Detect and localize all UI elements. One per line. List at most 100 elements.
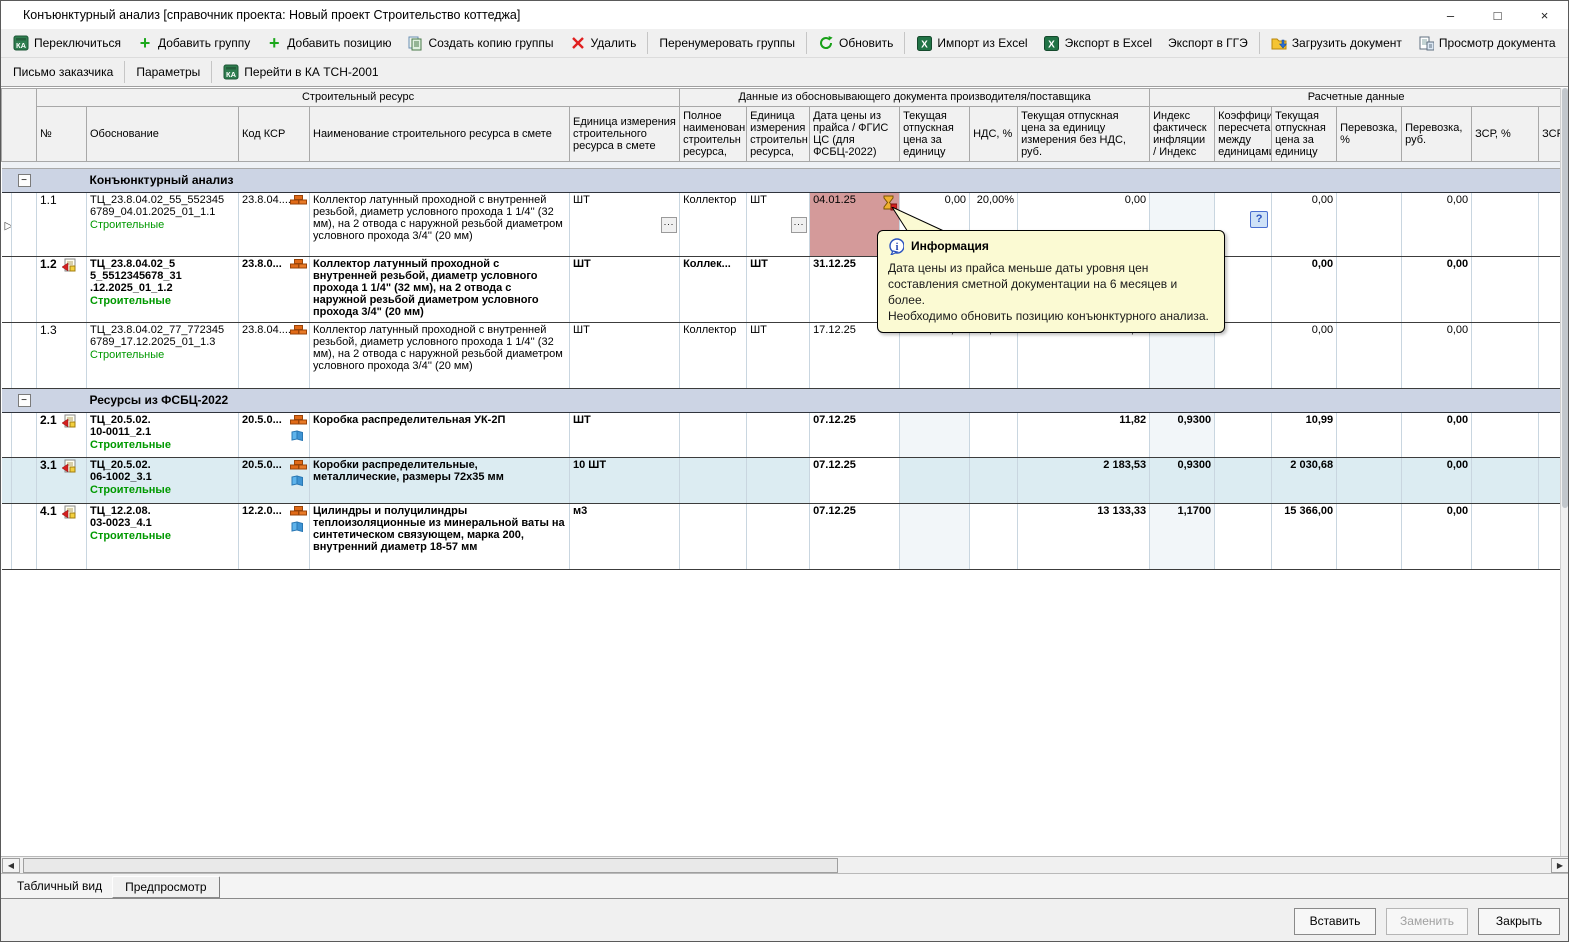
cell-trub[interactable]: 0,00	[1402, 413, 1472, 458]
cell-tpct[interactable]	[1337, 413, 1402, 458]
cell-unit2[interactable]	[747, 504, 810, 570]
cell-vat[interactable]	[970, 458, 1018, 504]
toolbar-button-обновить[interactable]: Обновить	[810, 31, 901, 55]
toolbar2-button-перейти-в-ка-тсн-2001[interactable]: КАПерейти в КА ТСН-2001	[215, 60, 386, 84]
toolbar-button-экспорт-в-ггэ[interactable]: Экспорт в ГГЭ	[1160, 31, 1256, 55]
cell-trub[interactable]: 0,00	[1402, 257, 1472, 323]
cell-justification[interactable]: ТЦ_20.5.02. 10-0011_2.1Строительные	[87, 413, 239, 458]
cell-full[interactable]: Коллектор	[680, 193, 747, 257]
price-document-icon[interactable]	[61, 258, 77, 274]
cell-coeff[interactable]	[1215, 458, 1272, 504]
toolbar2-button-параметры[interactable]: Параметры	[128, 60, 208, 84]
cell-resource-name[interactable]: Коллектор латунный проходной с внутренне…	[310, 257, 570, 323]
cell-unit2[interactable]	[747, 413, 810, 458]
cell-novat[interactable]: 11,82	[1018, 413, 1150, 458]
cell-justification[interactable]: ТЦ_12.2.08. 03-0023_4.1Строительные	[87, 504, 239, 570]
row-gutter-cell[interactable]	[12, 458, 37, 504]
cell-full[interactable]	[680, 504, 747, 570]
scroll-left-arrow-icon[interactable]: ◀	[2, 858, 20, 873]
cell-justification[interactable]: ТЦ_23.8.04.02_55_552345 6789_04.01.2025_…	[87, 193, 239, 257]
cell-unit2[interactable]: ШТ...	[747, 193, 810, 257]
coefficient-help-button[interactable]: ?	[1250, 211, 1268, 228]
cell-price[interactable]	[900, 413, 970, 458]
cell-unit[interactable]: м3	[570, 504, 680, 570]
cell-ksr-code[interactable]: 23.8.04....	[239, 193, 310, 257]
cell-calc[interactable]: 10,99	[1272, 413, 1337, 458]
horizontal-scrollbar[interactable]: ◀ ▶	[1, 856, 1569, 874]
cell-ksr-code[interactable]: 20.5.0...	[239, 413, 310, 458]
row-gutter-cell[interactable]	[12, 504, 37, 570]
cell-full[interactable]	[680, 413, 747, 458]
cell-resource-name[interactable]: Коллектор латунный проходной с внутренне…	[310, 323, 570, 389]
toolbar-button-добавить-позицию[interactable]: +Добавить позицию	[258, 31, 399, 55]
cell-num[interactable]: 1.2	[37, 257, 87, 323]
minimize-button[interactable]: –	[1427, 1, 1474, 29]
collapse-minus-icon[interactable]: −	[18, 394, 31, 407]
toolbar-button-экспорт-в-excel[interactable]: XЭкспорт в Excel	[1036, 31, 1160, 55]
toolbar-button-создать-копию-группы[interactable]: Создать копию группы	[399, 31, 561, 55]
row-gutter-cell[interactable]	[12, 193, 37, 257]
cell-calc[interactable]: 0,00	[1272, 323, 1337, 389]
cell-num[interactable]: 4.1	[37, 504, 87, 570]
cell-index[interactable]: 1,1700	[1150, 504, 1215, 570]
cell-unit2[interactable]: ШТ	[747, 257, 810, 323]
row-gutter-cell[interactable]	[12, 257, 37, 323]
cell-ksr-code[interactable]: 23.8.04....	[239, 323, 310, 389]
cell-novat[interactable]: 2 183,53	[1018, 458, 1150, 504]
cell-calc[interactable]: 0,00	[1272, 257, 1337, 323]
toolbar-button-загрузить-документ[interactable]: Загрузить документ	[1263, 31, 1410, 55]
toolbar-button-переключиться[interactable]: КАПереключиться	[5, 31, 129, 55]
cell-resource-name[interactable]: Коллектор латунный проходной с внутренне…	[310, 193, 570, 257]
cell-num[interactable]: 1.3	[37, 323, 87, 389]
cell-zsrp[interactable]	[1472, 458, 1539, 504]
cell-ksr-code[interactable]: 20.5.0...	[239, 458, 310, 504]
toolbar2-button-письмо-заказчика[interactable]: Письмо заказчика	[5, 60, 121, 84]
price-document-icon[interactable]	[61, 414, 77, 430]
cell-ksr-code[interactable]: 12.2.0...	[239, 504, 310, 570]
cell-trub[interactable]: 0,00	[1402, 458, 1472, 504]
cell-index[interactable]: 0,9300	[1150, 458, 1215, 504]
cell-zsrp[interactable]	[1472, 257, 1539, 323]
cell-unit[interactable]: ШТ...	[570, 193, 680, 257]
cell-resource-name[interactable]: Коробки распределительные, металлические…	[310, 458, 570, 504]
ellipsis-button[interactable]: ...	[661, 217, 677, 233]
tab-табличный-вид[interactable]: Табличный вид	[7, 875, 112, 898]
cell-unit[interactable]: ШТ	[570, 323, 680, 389]
cell-unit[interactable]: 10 ШТ	[570, 458, 680, 504]
cell-tpct[interactable]	[1337, 257, 1402, 323]
cell-num[interactable]: 1.1	[37, 193, 87, 257]
cell-tpct[interactable]	[1337, 504, 1402, 570]
toolbar-button-перенумеровать-группы[interactable]: Перенумеровать группы	[651, 31, 803, 55]
cell-ksr-code[interactable]: 23.8.0...	[239, 257, 310, 323]
cell-unit[interactable]: ШТ	[570, 257, 680, 323]
cell-tpct[interactable]	[1337, 458, 1402, 504]
collapse-minus-icon[interactable]: −	[18, 174, 31, 187]
cell-resource-name[interactable]: Коробка распределительная УК-2П	[310, 413, 570, 458]
cell-justification[interactable]: ТЦ_23.8.04.02_77_772345 6789_17.12.2025_…	[87, 323, 239, 389]
cell-vat[interactable]	[970, 413, 1018, 458]
price-document-icon[interactable]	[61, 505, 77, 521]
cell-num[interactable]: 2.1	[37, 413, 87, 458]
vertical-scrollbar[interactable]	[1560, 88, 1568, 856]
vertical-scrollbar-thumb[interactable]	[1562, 88, 1568, 508]
cell-unit[interactable]: ШТ	[570, 413, 680, 458]
cell-novat[interactable]: 13 133,33	[1018, 504, 1150, 570]
cell-tpct[interactable]	[1337, 323, 1402, 389]
ellipsis-button[interactable]: ...	[791, 217, 807, 233]
cell-zsrp[interactable]	[1472, 504, 1539, 570]
price-document-icon[interactable]	[61, 459, 77, 475]
cell-full[interactable]: Коллектор	[680, 323, 747, 389]
cell-trub[interactable]: 0,00	[1402, 504, 1472, 570]
maximize-button[interactable]: □	[1474, 1, 1521, 29]
cell-calc[interactable]: 15 366,00	[1272, 504, 1337, 570]
cell-price[interactable]	[900, 504, 970, 570]
cell-trub[interactable]: 0,00	[1402, 323, 1472, 389]
row-gutter-cell[interactable]	[12, 323, 37, 389]
cell-calc[interactable]: 0,00	[1272, 193, 1337, 257]
cell-unit2[interactable]: ШТ	[747, 323, 810, 389]
cell-coeff[interactable]	[1215, 323, 1272, 389]
cell-num[interactable]: 3.1	[37, 458, 87, 504]
toolbar-button-удалить[interactable]: Удалить	[562, 31, 645, 55]
cell-coeff[interactable]	[1215, 504, 1272, 570]
cell-coeff[interactable]	[1215, 413, 1272, 458]
